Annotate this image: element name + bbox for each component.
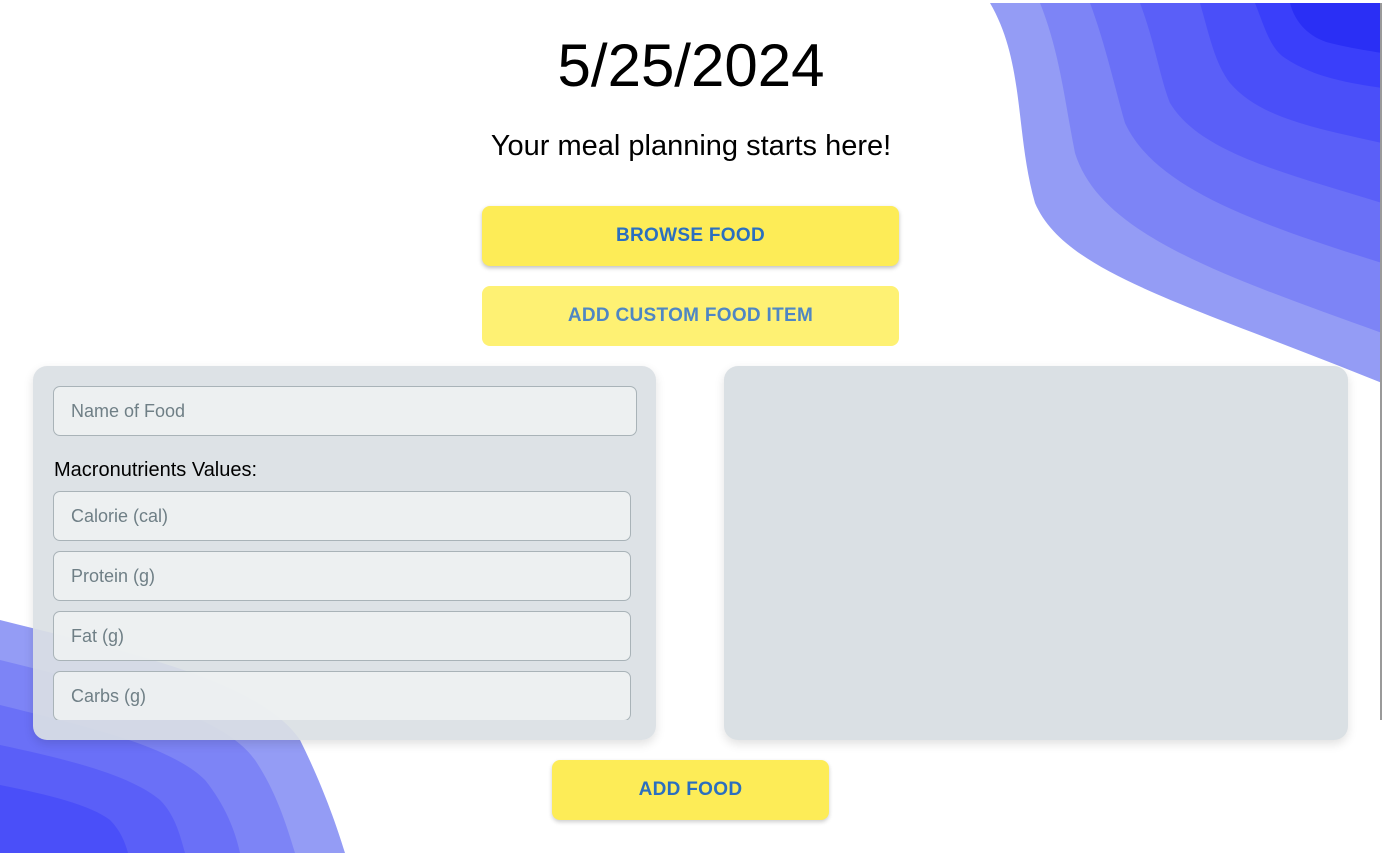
food-list-panel <box>724 366 1348 740</box>
macronutrients-label: Macronutrients Values: <box>54 459 258 481</box>
meal-planner-page: 5/25/2024 Your meal planning starts here… <box>0 0 1382 853</box>
page-subtitle: Your meal planning starts here! <box>490 130 892 162</box>
add-food-button[interactable]: ADD FOOD <box>552 760 829 820</box>
food-name-input[interactable] <box>53 386 637 436</box>
carbs-input[interactable] <box>53 671 631 720</box>
add-custom-food-item-button[interactable]: ADD CUSTOM FOOD ITEM <box>482 286 899 346</box>
custom-food-form-panel: Macronutrients Values: <box>33 366 656 740</box>
date-title: 5/25/2024 <box>557 32 825 99</box>
browse-food-button[interactable]: BROWSE FOOD <box>482 206 899 266</box>
fat-input[interactable] <box>53 611 631 661</box>
calorie-input[interactable] <box>53 491 631 541</box>
macronutrients-section: Macronutrients Values: <box>53 454 638 720</box>
protein-input[interactable] <box>53 551 631 601</box>
